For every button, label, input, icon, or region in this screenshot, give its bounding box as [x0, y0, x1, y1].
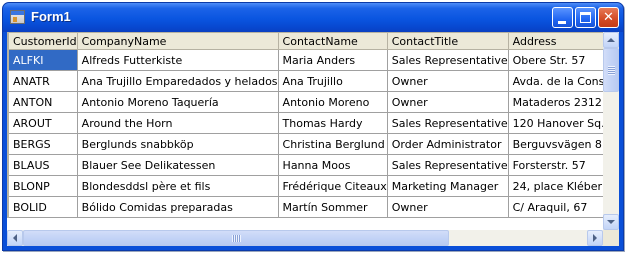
title-bar[interactable]: Form1 ✕ [3, 3, 623, 32]
table-row[interactable]: BOLID Bólido Comidas preparadas Martín Som… [7, 196, 603, 218]
column-header-row: CustomerId CompanyName ContactName Conta… [7, 32, 603, 50]
cell-address[interactable]: Mataderos 2312 [507, 91, 603, 113]
cell-customerid[interactable]: AROUT [8, 112, 78, 134]
cell-contacttitle[interactable]: Owner [386, 70, 509, 92]
cell-contactname[interactable]: Christina Berglund [277, 133, 388, 155]
cell-companyname[interactable]: Blauer See Delikatessen [76, 154, 279, 176]
table-row[interactable]: ALFKI Alfreds Futterkiste Maria Anders Sale… [7, 49, 603, 71]
column-header-customerid[interactable]: CustomerId [8, 32, 78, 50]
thumb-grip-icon [608, 66, 615, 75]
cell-companyname[interactable]: Bólido Comidas preparadas [76, 196, 279, 218]
maximize-icon [580, 12, 591, 23]
minimize-button[interactable] [552, 7, 573, 28]
row-header[interactable] [7, 175, 9, 197]
cell-contacttitle[interactable]: Order Administrator [386, 133, 509, 155]
vertical-scrollbar[interactable] [603, 32, 619, 230]
scroll-left-arrow-icon [13, 234, 17, 242]
cell-contacttitle[interactable]: Owner [386, 196, 509, 218]
cell-customerid[interactable]: BOLID [8, 196, 78, 218]
row-header[interactable] [7, 112, 9, 134]
window-title: Form1 [31, 9, 71, 24]
cell-customerid[interactable]: BLONP [8, 175, 78, 197]
row-header[interactable] [7, 91, 9, 113]
form-client-area: CustomerId CompanyName ContactName Conta… [7, 32, 619, 246]
scroll-right-arrow-icon [593, 234, 597, 242]
table-row[interactable]: ANATR Ana Trujillo Emparedados y helados A… [7, 70, 603, 92]
column-header-companyname[interactable]: CompanyName [76, 32, 279, 50]
horizontal-scroll-thumb[interactable] [23, 230, 449, 246]
cell-address[interactable]: Forsterstr. 57 [507, 154, 603, 176]
cell-address[interactable]: Avda. de la Constitución 2222 [507, 70, 603, 92]
customers-grid: CustomerId CompanyName ContactName Conta… [7, 32, 603, 218]
cell-address[interactable]: Berguvsvägen 8 [507, 133, 603, 155]
cell-companyname[interactable]: Ana Trujillo Emparedados y helados [76, 70, 279, 92]
cell-customerid[interactable]: ANTON [8, 91, 78, 113]
cell-address[interactable]: C/ Araquil, 67 [507, 196, 603, 218]
scroll-up-arrow-icon [607, 38, 615, 42]
cell-customerid[interactable]: BLAUS [8, 154, 78, 176]
close-button[interactable]: ✕ [598, 7, 619, 28]
cell-customerid[interactable]: BERGS [8, 133, 78, 155]
cell-contactname[interactable]: Frédérique Citeaux [277, 175, 388, 197]
cell-contactname[interactable]: Thomas Hardy [277, 112, 388, 134]
cell-address[interactable]: 24, place Kléber [507, 175, 603, 197]
scroll-down-arrow-icon [607, 220, 615, 224]
cell-contacttitle[interactable]: Sales Representative [386, 112, 509, 134]
cell-companyname[interactable]: Alfreds Futterkiste [76, 49, 279, 71]
cell-contacttitle[interactable]: Sales Representative [386, 154, 509, 176]
row-header[interactable] [7, 70, 9, 92]
vertical-scroll-thumb[interactable] [603, 48, 619, 92]
form-window-icon[interactable] [10, 10, 25, 24]
cell-contactname[interactable]: Antonio Moreno [277, 91, 388, 113]
cell-customerid[interactable]: ANATR [8, 70, 78, 92]
scrollbar-corner [603, 230, 619, 246]
form-window: Form1 ✕ CustomerId CompanyName ContactNa… [2, 2, 624, 251]
table-row[interactable]: BLONP Blondesddsl père et fils Frédérique … [7, 175, 603, 197]
cell-address[interactable]: Obere Str. 57 [507, 49, 603, 71]
cell-companyname[interactable]: Berglunds snabbköp [76, 133, 279, 155]
scroll-down-button[interactable] [603, 214, 619, 230]
minimize-icon [558, 21, 566, 24]
row-header[interactable] [7, 49, 9, 71]
row-header[interactable] [7, 133, 9, 155]
cell-contacttitle[interactable]: Owner [386, 91, 509, 113]
column-header-contacttitle[interactable]: ContactTitle [386, 32, 509, 50]
cell-customerid[interactable]: ALFKI [8, 49, 78, 71]
table-row[interactable]: ANTON Antonio Moreno Taquería Antonio More… [7, 91, 603, 113]
cell-companyname[interactable]: Antonio Moreno Taquería [76, 91, 279, 113]
cell-contactname[interactable]: Martín Sommer [277, 196, 388, 218]
cell-address[interactable]: 120 Hanover Sq. [507, 112, 603, 134]
cell-contacttitle[interactable]: Sales Representative [386, 49, 509, 71]
cell-companyname[interactable]: Around the Horn [76, 112, 279, 134]
column-header-address[interactable]: Address [507, 32, 603, 50]
thumb-grip-icon [232, 235, 241, 242]
scroll-right-button[interactable] [587, 230, 603, 246]
scroll-up-button[interactable] [603, 32, 619, 48]
row-header[interactable] [7, 196, 9, 218]
scroll-left-button[interactable] [7, 230, 23, 246]
column-header-contactname[interactable]: ContactName [277, 32, 388, 50]
table-row[interactable]: AROUT Around the Horn Thomas Hardy Sales Re… [7, 112, 603, 134]
cell-contactname[interactable]: Hanna Moos [277, 154, 388, 176]
table-row[interactable]: BERGS Berglunds snabbköp Christina Berglun… [7, 133, 603, 155]
data-grid-view[interactable]: CustomerId CompanyName ContactName Conta… [7, 32, 603, 230]
horizontal-scrollbar[interactable] [7, 230, 603, 246]
row-header[interactable] [7, 154, 9, 176]
cell-companyname[interactable]: Blondesddsl père et fils [76, 175, 279, 197]
maximize-button[interactable] [575, 7, 596, 28]
close-icon: ✕ [603, 10, 614, 25]
table-row[interactable]: BLAUS Blauer See Delikatessen Hanna Moos Sa… [7, 154, 603, 176]
cell-contactname[interactable]: Ana Trujillo [277, 70, 388, 92]
cell-contacttitle[interactable]: Marketing Manager [386, 175, 509, 197]
cell-contactname[interactable]: Maria Anders [277, 49, 388, 71]
